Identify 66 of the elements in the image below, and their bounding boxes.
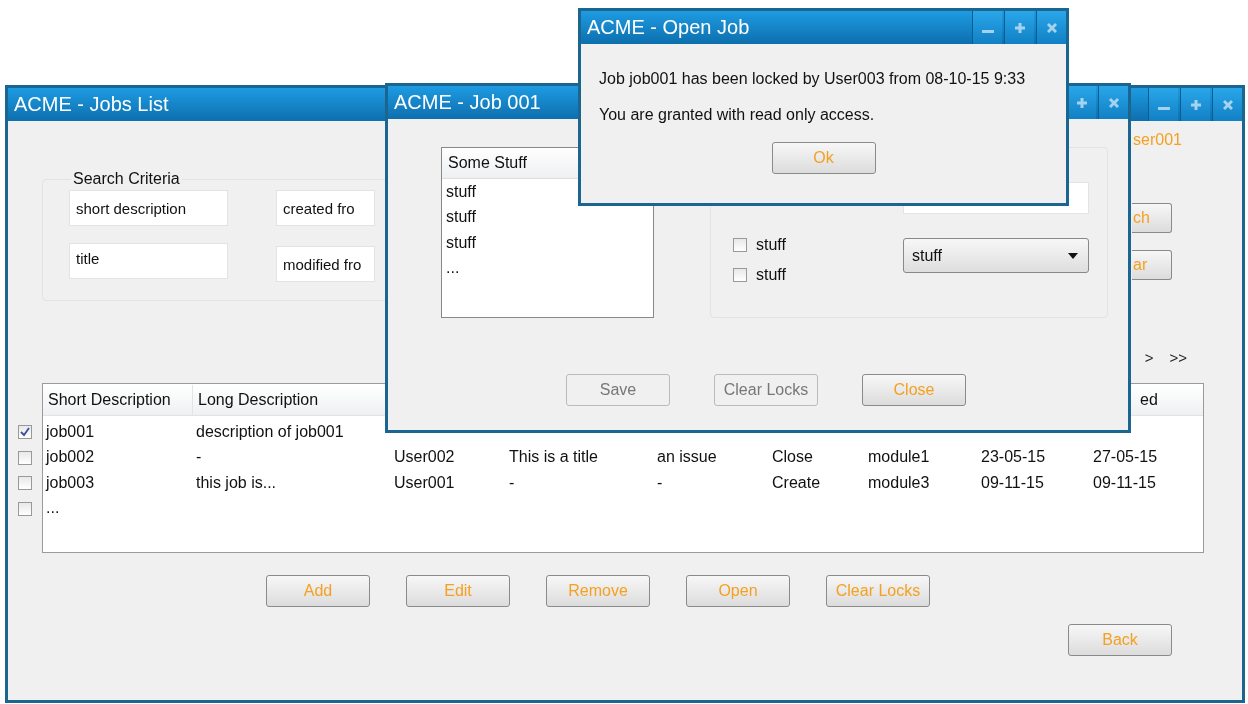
table-cell: -: [657, 473, 663, 491]
checkmark-icon: [19, 426, 31, 438]
list-item[interactable]: stuff: [442, 230, 653, 256]
minimize-button[interactable]: [972, 11, 1002, 44]
close-icon: [1107, 96, 1120, 109]
table-cell: job001: [46, 422, 95, 440]
caret-icon: [1068, 252, 1078, 259]
column-header: Long Description: [198, 391, 319, 409]
minimize-icon: [1157, 107, 1170, 110]
table-cell: -: [196, 448, 202, 466]
window-title: ACME - Jobs List: [14, 93, 169, 116]
table-cell: This is a title: [509, 448, 598, 466]
window-title: ACME - Job 001: [394, 91, 541, 114]
checkbox[interactable]: [18, 501, 32, 516]
input-field[interactable]: title: [69, 243, 228, 279]
table-cell: User001: [394, 473, 455, 491]
user-name: ser001: [1132, 131, 1182, 150]
checkbox-label: stuff: [756, 266, 786, 284]
close-icon: [1221, 98, 1234, 111]
checkbox[interactable]: [18, 450, 32, 465]
input-field[interactable]: modified fro: [276, 246, 375, 282]
table-cell: ...: [46, 499, 60, 517]
message-text: Job job001 has been locked by User003 from 08-10-15 9:33: [599, 70, 1027, 88]
input-field[interactable]: created fro: [276, 190, 375, 226]
minimize-button[interactable]: [1148, 88, 1178, 121]
table-cell: an issue: [657, 448, 717, 466]
minimize-icon: [981, 30, 994, 33]
table-cell: -: [509, 473, 515, 491]
table-cell: Create: [772, 473, 821, 491]
table-cell: Close: [772, 448, 813, 466]
table-cell: 23-05-15: [981, 448, 1046, 466]
dropdown[interactable]: stuff: [903, 238, 1089, 273]
table-cell: User002: [394, 448, 455, 466]
close-button[interactable]: [1098, 86, 1128, 119]
window-title: ACME - Open Job: [587, 16, 750, 39]
table-cell: module1: [868, 448, 930, 466]
checkbox[interactable]: [733, 238, 747, 252]
close-icon: [1045, 21, 1058, 34]
plus-icon: [1013, 21, 1026, 34]
checkbox-label: stuff: [756, 236, 786, 254]
message-text: You are granted with read only access.: [599, 106, 876, 124]
table-cell: 09-11-15: [981, 473, 1044, 491]
column-header: ed: [1140, 391, 1158, 409]
plus-icon: [1075, 96, 1088, 109]
table-cell: 27-05-15: [1093, 448, 1158, 466]
plus-icon: [1189, 98, 1202, 111]
close-button[interactable]: [1036, 11, 1066, 44]
list-item[interactable]: stuff: [442, 204, 653, 230]
maximize-button[interactable]: [1004, 11, 1034, 44]
list-item[interactable]: ...: [442, 255, 653, 281]
table-cell: module3: [868, 473, 930, 491]
table-cell: this job is...: [196, 473, 277, 491]
checkbox[interactable]: [733, 268, 747, 282]
table-cell: 09-11-15: [1093, 473, 1156, 491]
table-cell: job003: [46, 473, 95, 491]
table-cell: description of job001: [196, 422, 344, 440]
close-button[interactable]: [1212, 88, 1242, 121]
column-header: Short Description: [48, 391, 171, 409]
input-field[interactable]: short description: [69, 190, 228, 226]
pagination-link[interactable]: >>: [1169, 349, 1187, 366]
maximize-button[interactable]: [1180, 88, 1210, 121]
group-label: Search Criteria: [72, 170, 181, 188]
table-cell: job002: [46, 448, 95, 466]
pagination-link[interactable]: >: [1144, 349, 1154, 366]
checkbox[interactable]: [18, 476, 32, 490]
checkbox[interactable]: [18, 425, 32, 439]
